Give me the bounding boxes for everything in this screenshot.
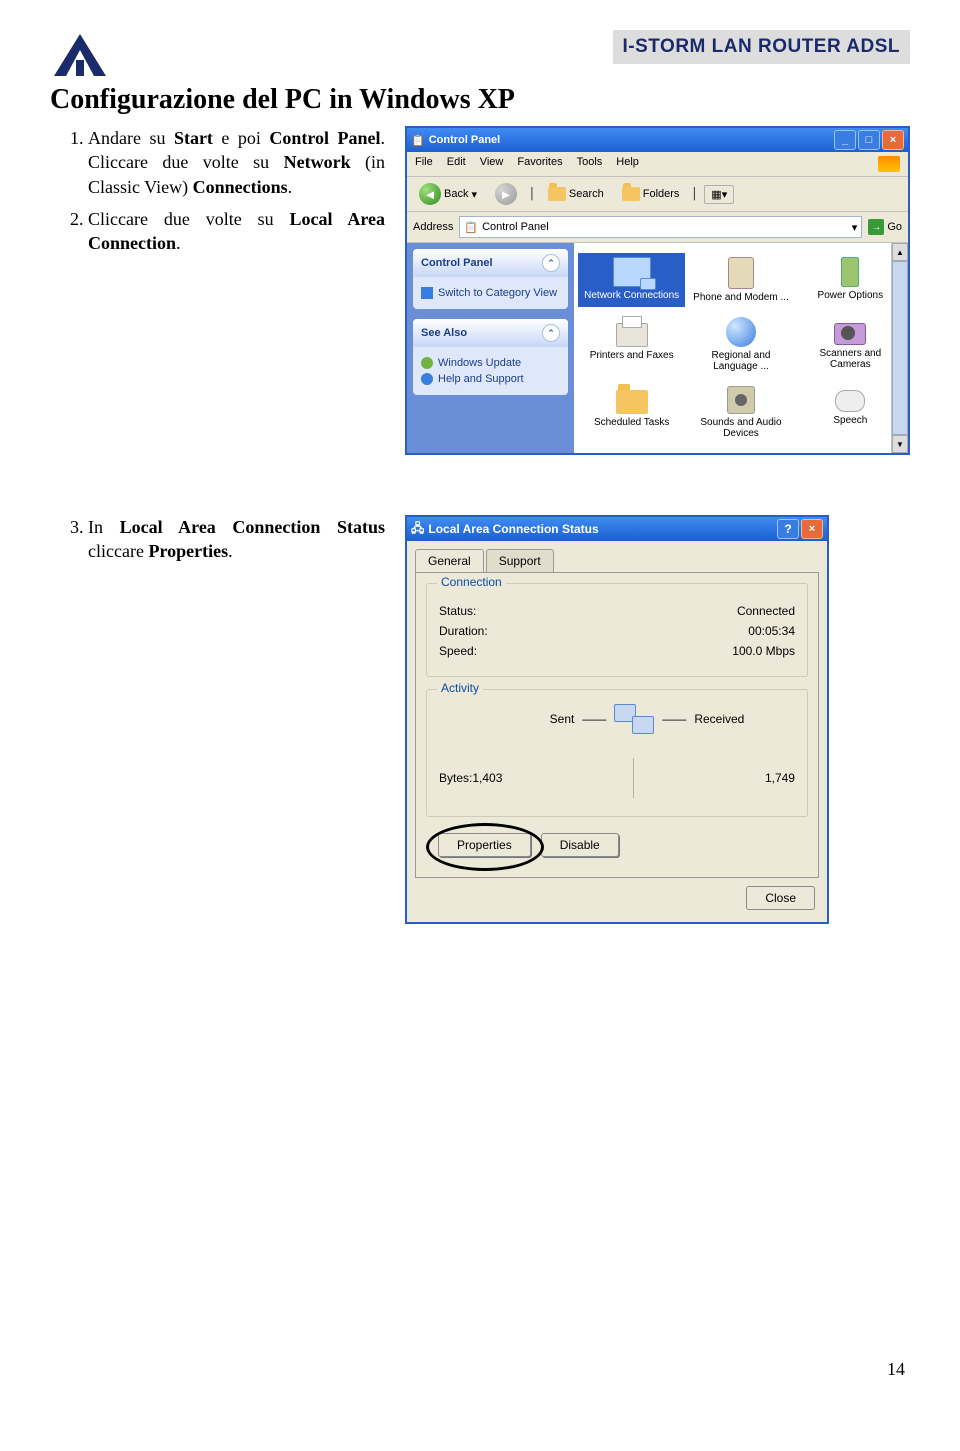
folders-button[interactable]: Folders xyxy=(616,185,686,203)
window-titlebar[interactable]: 📋 Control Panel _ □ × xyxy=(407,128,908,152)
page-number: 14 xyxy=(887,1359,905,1380)
scroll-thumb[interactable] xyxy=(892,261,908,435)
network-icon xyxy=(613,257,651,287)
window-title: Control Panel xyxy=(425,134,832,146)
menu-file[interactable]: File xyxy=(415,156,433,172)
tab-general[interactable]: General xyxy=(415,549,484,572)
scroll-up-icon[interactable]: ▲ xyxy=(892,243,908,261)
collapse-icon: ⌃ xyxy=(542,254,560,272)
brand-logo xyxy=(50,30,110,80)
address-field[interactable]: 📋 Control Panel ▾ xyxy=(459,216,862,238)
group-connection: Connection Status:Connected Duration:00:… xyxy=(426,583,808,677)
control-panel-window: 📋 Control Panel _ □ × File Edit View Fav… xyxy=(405,126,910,455)
camera-icon xyxy=(834,323,866,345)
icon-scanners-cameras[interactable]: Scanners and Cameras xyxy=(797,313,904,376)
address-label: Address xyxy=(413,221,453,233)
windows-update-link[interactable]: Windows Update xyxy=(421,357,560,369)
toolbar: ◄ Back ▾ ► │ Search Folders xyxy=(407,177,908,212)
label-sent: Sent xyxy=(550,712,575,726)
icon-phone-modem[interactable]: Phone and Modem ... xyxy=(687,253,794,307)
back-button[interactable]: ◄ Back ▾ xyxy=(413,181,483,207)
disable-button[interactable]: Disable xyxy=(541,833,619,857)
help-icon xyxy=(421,373,433,385)
forward-button[interactable]: ► xyxy=(489,181,523,207)
value-bytes-received: 1,749 xyxy=(765,771,795,785)
speaker-icon xyxy=(727,386,755,414)
icon-speech[interactable]: Speech xyxy=(797,382,904,443)
menu-favorites[interactable]: Favorites xyxy=(517,156,562,172)
icon-regional[interactable]: Regional and Language ... xyxy=(687,313,794,376)
icon-sounds-audio[interactable]: Sounds and Audio Devices xyxy=(687,382,794,443)
step-3: In Local Area Connection Status cliccare… xyxy=(88,515,385,564)
battery-icon xyxy=(841,257,859,287)
category-icon xyxy=(421,287,433,299)
search-button[interactable]: Search xyxy=(542,185,610,203)
phone-icon xyxy=(728,257,754,289)
lan-status-dialog: 🖧 Local Area Connection Status ? × Gener… xyxy=(405,515,829,924)
switch-category-link[interactable]: Switch to Category View xyxy=(421,287,560,299)
icon-power-options[interactable]: Power Options xyxy=(797,253,904,307)
menu-view[interactable]: View xyxy=(480,156,504,172)
vertical-scrollbar[interactable]: ▲ ▼ xyxy=(891,243,908,453)
value-bytes-sent: 1,403 xyxy=(472,771,502,785)
dropdown-icon: ▾ xyxy=(471,188,477,201)
printer-icon xyxy=(616,323,648,347)
globe-icon xyxy=(726,317,756,347)
icon-printers-faxes[interactable]: Printers and Faxes xyxy=(578,313,685,376)
properties-button[interactable]: Properties xyxy=(438,833,531,857)
close-button[interactable]: × xyxy=(801,519,823,539)
close-dialog-button[interactable]: Close xyxy=(746,886,815,910)
label-status: Status: xyxy=(439,604,476,618)
scroll-down-icon[interactable]: ▼ xyxy=(892,435,908,453)
views-button[interactable]: ▦▾ xyxy=(704,185,734,204)
group-activity: Activity Sent ―― ―― Received xyxy=(426,689,808,817)
label-duration: Duration: xyxy=(439,624,488,638)
speech-icon xyxy=(835,390,865,412)
go-button[interactable]: → Go xyxy=(868,219,902,235)
help-button[interactable]: ? xyxy=(777,519,799,539)
dialog-title: Local Area Connection Status xyxy=(424,522,775,536)
step-1: Andare su Start e poi Control Panel. Cli… xyxy=(88,126,385,199)
step-2: Cliccare due volte su Local Area Connect… xyxy=(88,207,385,256)
dialog-titlebar[interactable]: 🖧 Local Area Connection Status ? × xyxy=(407,517,827,541)
icon-network-connections[interactable]: Network Connections xyxy=(578,253,685,307)
value-speed: 100.0 Mbps xyxy=(732,644,795,658)
menu-edit[interactable]: Edit xyxy=(447,156,466,172)
label-speed: Speed: xyxy=(439,644,477,658)
views-icon: ▦▾ xyxy=(711,188,727,201)
panel-header-cp[interactable]: Control Panel ⌃ xyxy=(413,249,568,277)
search-icon xyxy=(548,187,566,201)
activity-icon xyxy=(614,704,654,734)
minimize-button[interactable]: _ xyxy=(834,130,856,150)
menu-help[interactable]: Help xyxy=(616,156,639,172)
label-received: Received xyxy=(694,712,744,726)
maximize-button[interactable]: □ xyxy=(858,130,880,150)
back-icon: ◄ xyxy=(419,183,441,205)
collapse-icon: ⌃ xyxy=(542,324,560,342)
value-duration: 00:05:34 xyxy=(748,624,795,638)
help-support-link[interactable]: Help and Support xyxy=(421,373,560,385)
doc-header: I-STORM LAN ROUTER ADSL xyxy=(613,30,911,64)
network-icon: 🖧 xyxy=(411,519,424,540)
control-panel-icon: 📋 xyxy=(411,134,425,147)
menu-bar: File Edit View Favorites Tools Help xyxy=(407,152,908,177)
value-status: Connected xyxy=(737,604,795,618)
tasks-icon xyxy=(616,390,648,414)
folders-icon xyxy=(622,187,640,201)
close-button[interactable]: × xyxy=(882,130,904,150)
page-title: Configurazione del PC in Windows XP xyxy=(50,84,910,116)
menu-tools[interactable]: Tools xyxy=(577,156,603,172)
forward-icon: ► xyxy=(495,183,517,205)
go-icon: → xyxy=(868,219,884,235)
windows-flag-icon xyxy=(878,156,900,172)
panel-header-seealso[interactable]: See Also ⌃ xyxy=(413,319,568,347)
update-icon xyxy=(421,357,433,369)
dropdown-icon[interactable]: ▾ xyxy=(852,221,858,234)
side-panel: Control Panel ⌃ Switch to Category View xyxy=(407,243,574,453)
label-bytes: Bytes: xyxy=(439,771,472,785)
icon-scheduled-tasks[interactable]: Scheduled Tasks xyxy=(578,382,685,443)
folder-icon: 📋 xyxy=(464,221,478,234)
tab-support[interactable]: Support xyxy=(486,549,554,572)
